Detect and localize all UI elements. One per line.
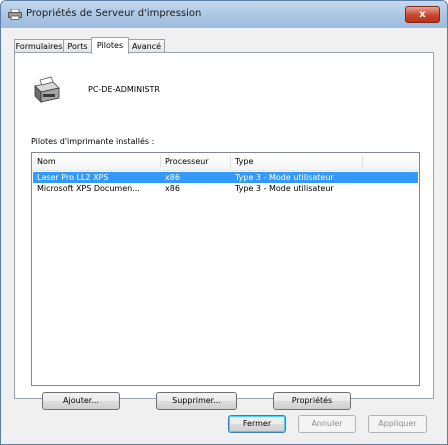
apply-button[interactable]: Appliquer [368,415,427,433]
tab-formulaires[interactable]: Formulaires [14,39,64,53]
print-server-properties-window: Propriétés de Serveur d'impression x For… [0,0,448,445]
server-name: PC-DE-ADMINISTR [88,85,160,94]
print-server-icon [34,76,60,103]
column-separator[interactable] [160,155,161,168]
column-separator[interactable] [362,155,363,168]
title-bar[interactable]: Propriétés de Serveur d'impression x [1,1,447,28]
driver-type: Type 3 - Mode utilisateur [235,173,334,182]
window-title: Propriétés de Serveur d'impression [26,8,202,19]
driver-properties-button[interactable]: Propriétés [273,392,351,410]
tab-pilotes[interactable]: Pilotes [91,37,129,54]
driver-type: Type 3 - Mode utilisateur [235,184,334,193]
column-separator[interactable] [230,155,231,168]
list-header: Nom Processeur Type [32,153,419,171]
column-header-type[interactable]: Type [235,153,253,170]
column-header-nom[interactable]: Nom [37,153,56,170]
cancel-button[interactable]: Annuler [298,415,356,433]
tab-ports[interactable]: Ports [63,39,92,53]
drivers-tab-panel: PC-DE-ADMINISTR Pilotes d'imprimante ins… [14,52,434,410]
dialog-client-area: Formulaires Ports Pilotes Avancé PC-DE-A… [8,30,439,438]
driver-processor: x86 [165,173,180,182]
tab-avance[interactable]: Avancé [128,39,165,53]
remove-driver-button[interactable]: Supprimer... [156,392,237,410]
driver-name: Laser Pro LL2 XPS [37,173,109,182]
close-button[interactable]: Fermer [228,415,286,433]
printer-icon [8,9,22,20]
driver-row[interactable]: Laser Pro LL2 XPS x86 Type 3 - Mode util… [33,172,418,183]
close-window-button[interactable]: x [405,6,440,23]
add-driver-button[interactable]: Ajouter... [42,392,120,410]
driver-processor: x86 [165,184,180,193]
column-header-processeur[interactable]: Processeur [165,153,209,170]
drivers-list[interactable]: Nom Processeur Type Laser Pro LL2 XPS x8… [31,152,420,386]
installed-drivers-label: Pilotes d'imprimante installés : [31,137,155,146]
driver-name: Microsoft XPS Documen... [37,184,140,193]
driver-row[interactable]: Microsoft XPS Documen... x86 Type 3 - Mo… [33,183,418,194]
